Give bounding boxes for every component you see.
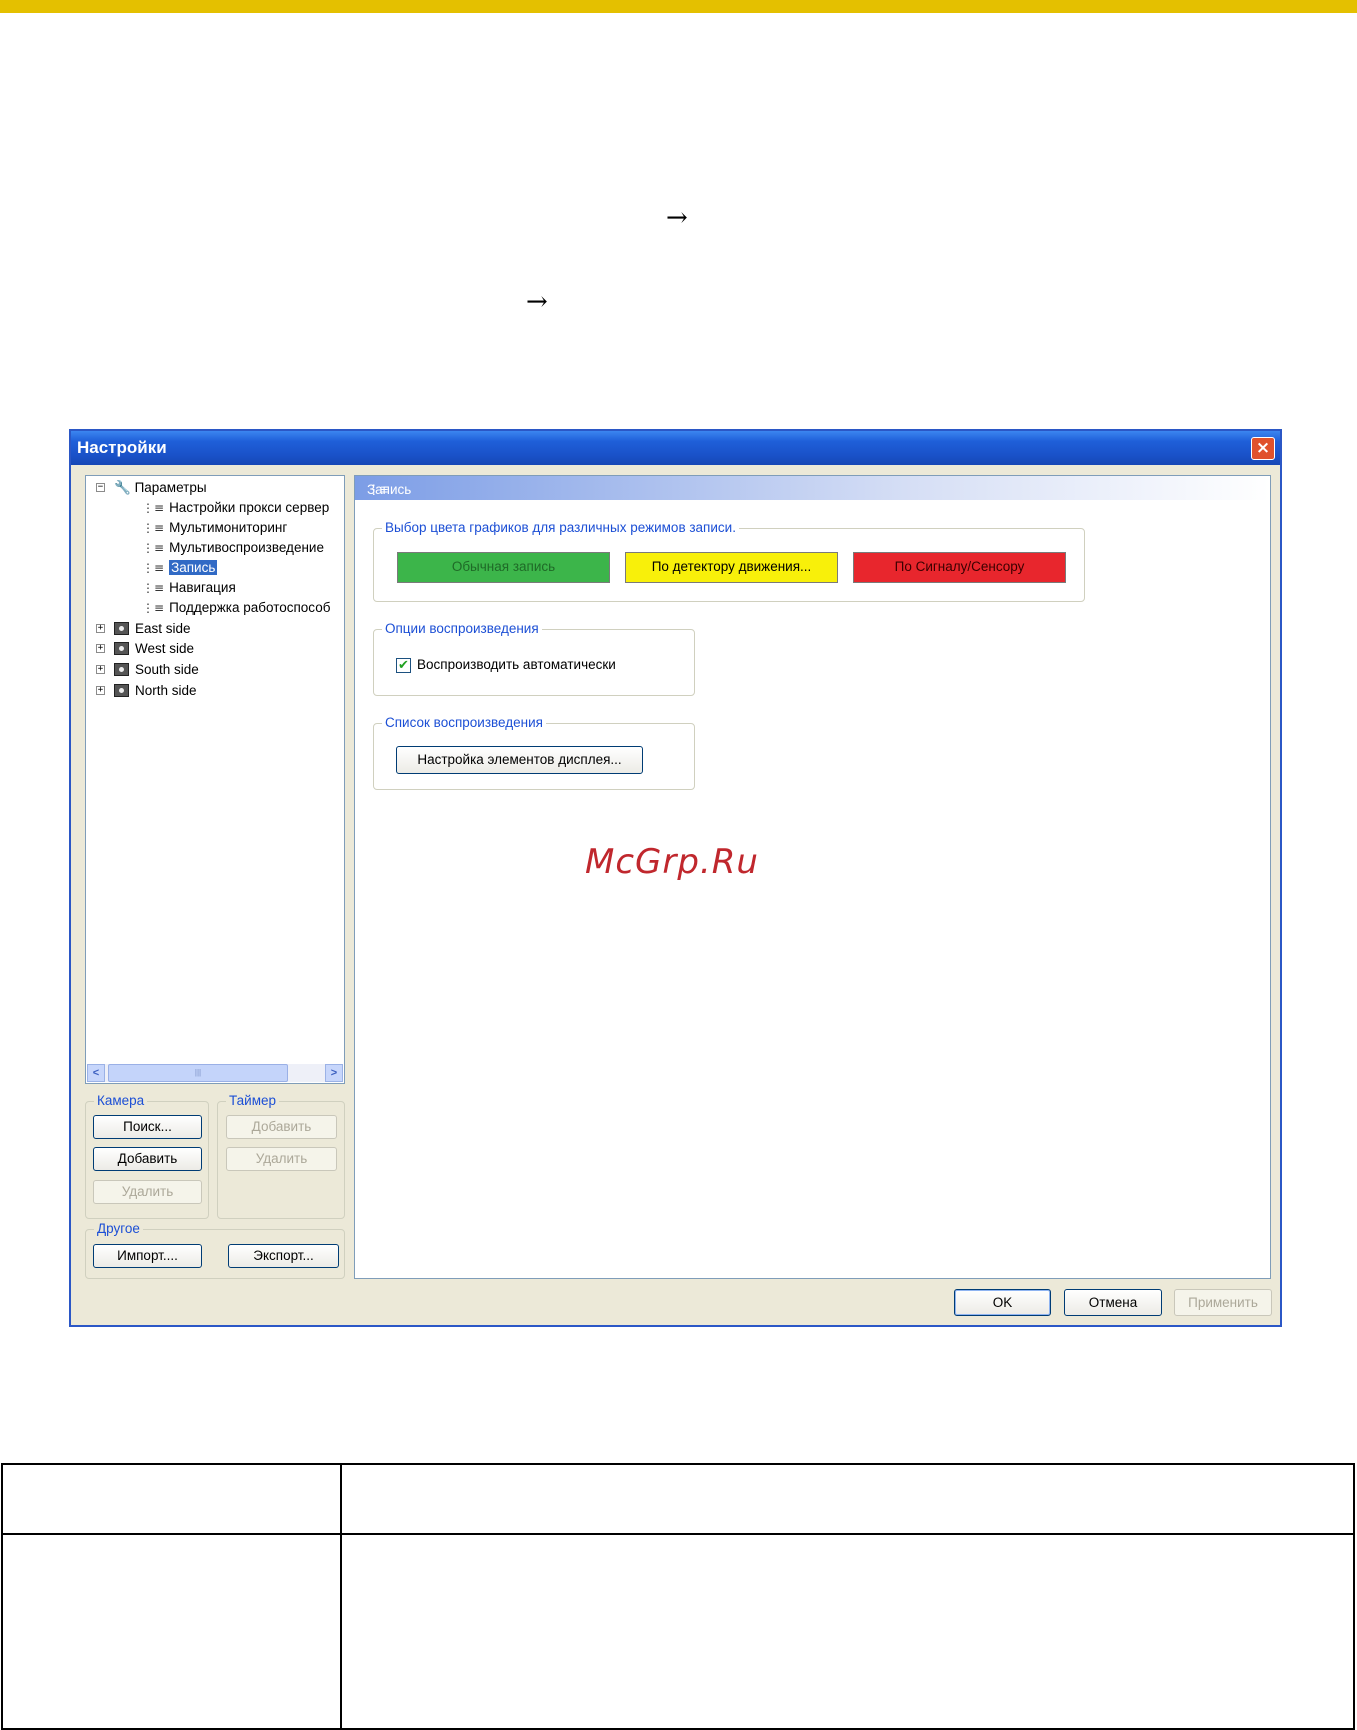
- apply-button[interactable]: Применить: [1174, 1289, 1272, 1316]
- playback-options-legend: Опции воспроизведения: [382, 621, 542, 637]
- tree-item-navigation[interactable]: ⋮≡ Навигация: [142, 578, 236, 597]
- tree-item-north-side[interactable]: North side: [114, 681, 197, 700]
- tree-item-east-side[interactable]: East side: [114, 619, 191, 638]
- settings-tree[interactable]: − 🔧 Параметры ⋮≡ Настройки прокси сервер …: [85, 475, 345, 1084]
- button-label: По детектору движения...: [651, 559, 812, 574]
- list-icon: ⋮≡: [142, 521, 165, 535]
- tree-item-label: West side: [135, 641, 195, 656]
- arrow-icon: →: [526, 287, 548, 317]
- autoplay-label: Воспроизводить автоматически: [417, 657, 616, 672]
- expand-icon[interactable]: +: [96, 624, 105, 633]
- tree-item-proxy[interactable]: ⋮≡ Настройки прокси сервер: [142, 498, 329, 517]
- table-cell: [1, 1533, 342, 1730]
- add-timer-button[interactable]: Добавить: [226, 1115, 337, 1139]
- dialog-title: Настройки: [77, 438, 167, 457]
- remove-camera-button[interactable]: Удалить: [93, 1180, 202, 1204]
- document-table: [1, 1463, 1355, 1730]
- camera-icon: [114, 683, 129, 697]
- tree-item-parameters[interactable]: 🔧 Параметры: [114, 478, 207, 497]
- export-button[interactable]: Экспорт...: [228, 1244, 339, 1268]
- settings-panel: ⋮≡ Запись Выбор цвета графиков для различ…: [354, 475, 1271, 1279]
- tree-item-recording[interactable]: ⋮≡ Запись: [142, 558, 218, 577]
- camera-legend: Камера: [94, 1093, 148, 1109]
- other-legend: Другое: [94, 1221, 143, 1237]
- timer-group: Таймер Добавить Удалить: [217, 1093, 345, 1219]
- autoplay-checkbox[interactable]: ✔: [396, 658, 411, 673]
- list-icon: ⋮≡: [142, 501, 165, 515]
- cancel-button[interactable]: Отмена: [1064, 1289, 1162, 1316]
- camera-icon: [114, 662, 129, 676]
- button-label: По Сигналу/Сенсору: [894, 559, 1025, 574]
- table-cell: [340, 1533, 1355, 1730]
- scroll-left-icon[interactable]: <: [87, 1064, 105, 1082]
- scroll-thumb[interactable]: |||: [108, 1064, 288, 1082]
- expand-icon[interactable]: +: [96, 665, 105, 674]
- list-icon: ⋮≡: [142, 581, 165, 595]
- search-button[interactable]: Поиск...: [93, 1115, 202, 1139]
- panel-title: Запись: [367, 482, 412, 497]
- arrow-icon: →: [666, 203, 688, 233]
- tree-item-label: Поддержка работоспособ: [169, 600, 331, 615]
- expand-icon[interactable]: +: [96, 644, 105, 653]
- remove-timer-button[interactable]: Удалить: [226, 1147, 337, 1171]
- close-icon: ×: [1255, 438, 1271, 458]
- accent-bar: [0, 0, 1357, 13]
- normal-recording-color-button[interactable]: Обычная запись: [397, 552, 610, 583]
- playlist-legend: Список воспроизведения: [382, 715, 546, 731]
- tree-item-label: Мультивоспроизведение: [169, 540, 324, 555]
- tree-item-label: North side: [135, 683, 197, 698]
- tree-item-multimonitoring[interactable]: ⋮≡ Мультимониторинг: [142, 518, 287, 537]
- sensor-color-button[interactable]: По Сигналу/Сенсору: [853, 552, 1066, 583]
- display-elements-setup-button[interactable]: Настройка элементов дисплея...: [396, 746, 643, 774]
- graph-colors-legend: Выбор цвета графиков для различных режим…: [382, 520, 739, 536]
- horizontal-scrollbar[interactable]: < ||| >: [87, 1064, 343, 1082]
- title-bar[interactable]: Настройки ×: [71, 431, 1280, 465]
- table-cell: [1, 1463, 342, 1535]
- tree-item-label: South side: [135, 662, 199, 677]
- panel-header: ⋮≡ Запись: [355, 476, 1270, 500]
- tree-item-multiplayback[interactable]: ⋮≡ Мультивоспроизведение: [142, 538, 324, 557]
- tree-item-health[interactable]: ⋮≡ Поддержка работоспособ: [142, 598, 330, 617]
- watermark: McGrp.Ru: [585, 842, 759, 882]
- playlist-group: Список воспроизведения Настройка элемент…: [373, 715, 695, 790]
- table-cell: [340, 1463, 1355, 1535]
- table-row: [1, 1463, 1355, 1535]
- tree-item-label: Параметры: [134, 480, 207, 495]
- import-button[interactable]: Импорт....: [93, 1244, 202, 1268]
- camera-group: Камера Поиск... Добавить Удалить: [85, 1093, 209, 1219]
- tree-item-south-side[interactable]: South side: [114, 660, 199, 679]
- tree-item-label: East side: [135, 621, 191, 636]
- collapse-icon[interactable]: −: [96, 483, 105, 492]
- other-group: Другое Импорт.... Экспорт...: [85, 1221, 345, 1279]
- list-icon: ⋮≡: [142, 541, 165, 555]
- button-label: Обычная запись: [451, 559, 556, 574]
- scroll-right-icon[interactable]: >: [325, 1064, 343, 1082]
- add-camera-button[interactable]: Добавить: [93, 1147, 202, 1171]
- tree-item-label: Запись: [169, 560, 218, 575]
- tree-item-label: Настройки прокси сервер: [169, 500, 330, 515]
- expand-icon[interactable]: +: [96, 686, 105, 695]
- tree-item-west-side[interactable]: West side: [114, 639, 194, 658]
- list-icon: ⋮≡: [142, 561, 165, 575]
- table-row: [1, 1533, 1355, 1730]
- ok-button[interactable]: OK: [954, 1289, 1051, 1316]
- tree-item-label: Навигация: [169, 580, 236, 595]
- list-icon: ⋮≡: [142, 601, 165, 615]
- timer-legend: Таймер: [226, 1093, 279, 1109]
- tree-item-label: Мультимониторинг: [169, 520, 288, 535]
- motion-detector-color-button[interactable]: По детектору движения...: [625, 552, 838, 583]
- graph-colors-group: Выбор цвета графиков для различных режим…: [373, 520, 1085, 602]
- camera-icon: [114, 641, 129, 655]
- playback-options-group: Опции воспроизведения ✔ Воспроизводить а…: [373, 621, 695, 696]
- camera-icon: [114, 621, 129, 635]
- wrench-icon: 🔧: [114, 480, 131, 495]
- close-button[interactable]: ×: [1251, 437, 1275, 460]
